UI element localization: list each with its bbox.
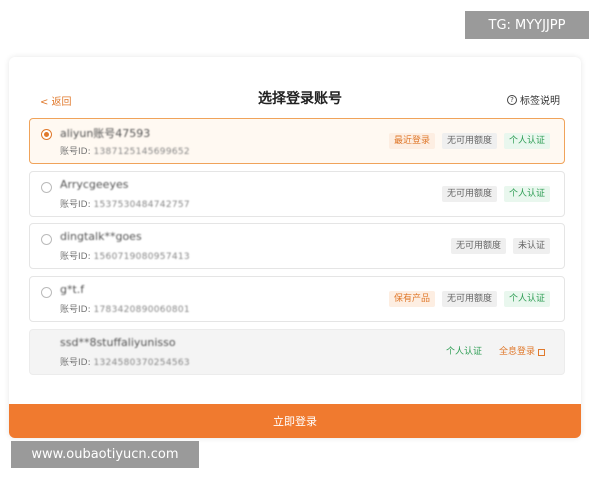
account-name: aliyun账号47593 <box>60 127 151 140</box>
tag-owns-products: 保有产品 <box>388 291 435 307</box>
tag-personal-verified: 个人认证 <box>503 133 550 149</box>
account-row-2[interactable]: Arrycgeeyes 账号ID: 1537530484742757 无可用额度… <box>29 171 565 217</box>
account-name: Arrycgeeyes <box>60 178 129 191</box>
account-id: 账号ID: 1324580370254563 <box>60 355 190 368</box>
account-row-4[interactable]: g*t.f 账号ID: 1783420890060801 保有产品 无可用额度 … <box>29 276 565 322</box>
account-id-label: 账号ID: <box>60 358 91 368</box>
account-row-3[interactable]: dingtalk**goes 账号ID: 1560719080957413 无可… <box>29 223 565 269</box>
account-id-value: 1537530484742757 <box>93 200 190 210</box>
account-id-label: 账号ID: <box>60 200 91 210</box>
tag-group: 最近登录 无可用额度 个人认证 <box>388 133 550 149</box>
radio-unselected[interactable] <box>41 182 52 193</box>
tag-personal-verified: 个人认证 <box>445 347 482 357</box>
question-icon: ? <box>507 94 517 105</box>
watermark-bottom: www.oubaotiyucn.com <box>11 441 199 468</box>
account-name: g*t.f <box>60 283 85 296</box>
holo-login-label: 全息登录 <box>498 347 535 357</box>
tag-no-quota: 无可用额度 <box>450 238 506 254</box>
holo-login-link[interactable]: 全息登录 <box>494 344 550 360</box>
tag-group: 个人认证 全息登录 <box>441 344 550 360</box>
tag-help-link[interactable]: ? 标签说明 <box>507 92 560 107</box>
tag-no-quota: 无可用额度 <box>441 186 497 202</box>
account-id: 账号ID: 1537530484742757 <box>60 197 190 210</box>
account-id-value: 1783420890060801 <box>93 305 190 315</box>
radio-selected[interactable] <box>41 129 52 140</box>
account-id: 账号ID: 1783420890060801 <box>60 302 190 315</box>
account-id: 账号ID: 1560719080957413 <box>60 249 190 262</box>
watermark-top: TG: MYYJJPP <box>465 11 589 39</box>
external-link-icon <box>538 348 545 356</box>
tag-group: 无可用额度 未认证 <box>450 238 550 254</box>
account-id-label: 账号ID: <box>60 305 91 315</box>
account-id-label: 账号ID: <box>60 147 91 157</box>
account-row-5: ssd**8stuffaliyunisso 账号ID: 132458037025… <box>29 329 565 375</box>
account-id-value: 1560719080957413 <box>93 252 190 262</box>
login-button[interactable]: 立即登录 <box>9 404 581 438</box>
tag-group: 保有产品 无可用额度 个人认证 <box>388 291 550 307</box>
tag-personal-verified: 个人认证 <box>503 186 550 202</box>
tag-personal-verified: 个人认证 <box>503 291 550 307</box>
tag-no-quota: 无可用额度 <box>441 133 497 149</box>
account-row-1[interactable]: aliyun账号47593 账号ID: 1387125145699652 最近登… <box>29 118 565 164</box>
radio-unselected[interactable] <box>41 234 52 245</box>
tag-recent-login: 最近登录 <box>388 133 435 149</box>
radio-unselected[interactable] <box>41 287 52 298</box>
tag-no-quota: 无可用额度 <box>441 291 497 307</box>
account-id-label: 账号ID: <box>60 252 91 262</box>
tag-help-label: 标签说明 <box>520 96 560 107</box>
account-name: ssd**8stuffaliyunisso <box>60 336 176 349</box>
account-id-value: 1324580370254563 <box>93 358 190 368</box>
account-id-value: 1387125145699652 <box>93 147 190 157</box>
account-id: 账号ID: 1387125145699652 <box>60 144 190 157</box>
tag-group: 无可用额度 个人认证 <box>441 186 550 202</box>
tag-unverified: 未认证 <box>512 238 550 254</box>
account-name: dingtalk**goes <box>60 230 142 243</box>
